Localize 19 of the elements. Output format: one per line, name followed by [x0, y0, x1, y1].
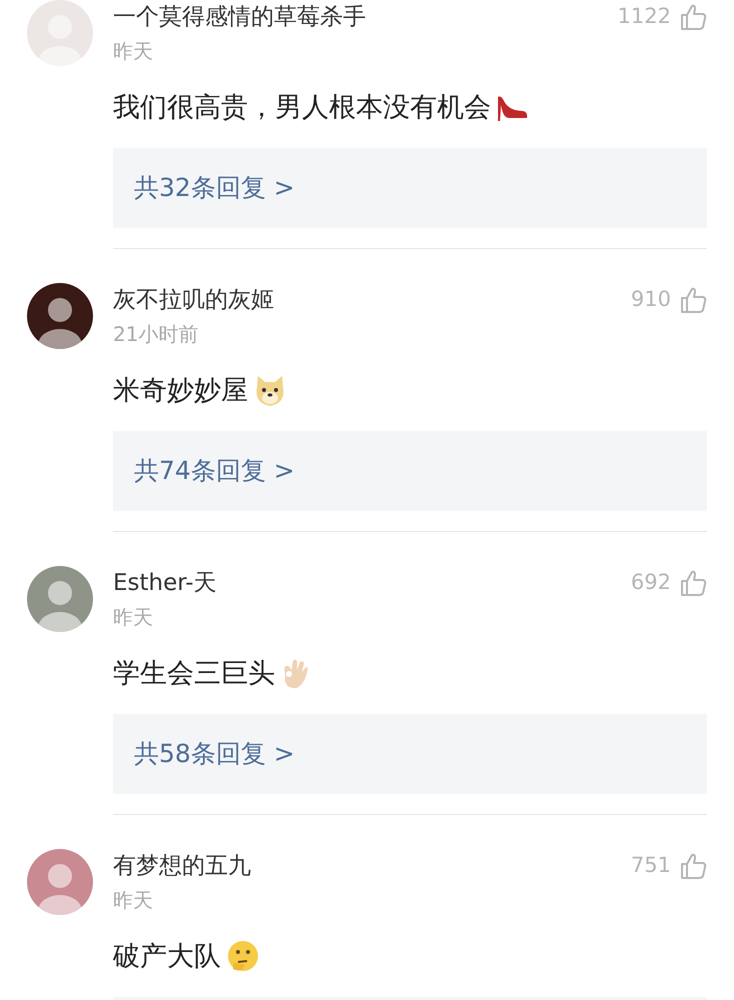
comment-text: 破产大队 [113, 940, 221, 974]
like-count: 751 [630, 852, 671, 880]
replies-link[interactable]: 共32条回复 > [134, 169, 295, 207]
like-count: 692 [630, 569, 671, 596]
like-count: 910 [630, 286, 671, 314]
like-count: 1122 [618, 3, 671, 30]
comment-time: 21小时前 [113, 321, 198, 348]
username[interactable]: Esther-天 [113, 566, 217, 600]
username[interactable]: 一个莫得感情的草莓杀手 [113, 0, 366, 34]
replies-link[interactable]: 共74条回复 > [134, 452, 295, 490]
comment-time: 昨天 [113, 887, 153, 914]
comment-text: 米奇妙妙屋 [113, 374, 248, 408]
comment-time: 昨天 [113, 604, 153, 631]
username[interactable]: 有梦想的五九 [113, 848, 251, 884]
username[interactable]: 灰不拉叽的灰姬 [113, 282, 274, 318]
comment-time: 昨天 [113, 38, 153, 65]
comment-text: 我们很高贵，男人根本没有机会 [113, 90, 491, 125]
replies-link[interactable]: 共58条回复 > [134, 735, 295, 773]
comment-text: 学生会三巨头 [113, 656, 275, 691]
